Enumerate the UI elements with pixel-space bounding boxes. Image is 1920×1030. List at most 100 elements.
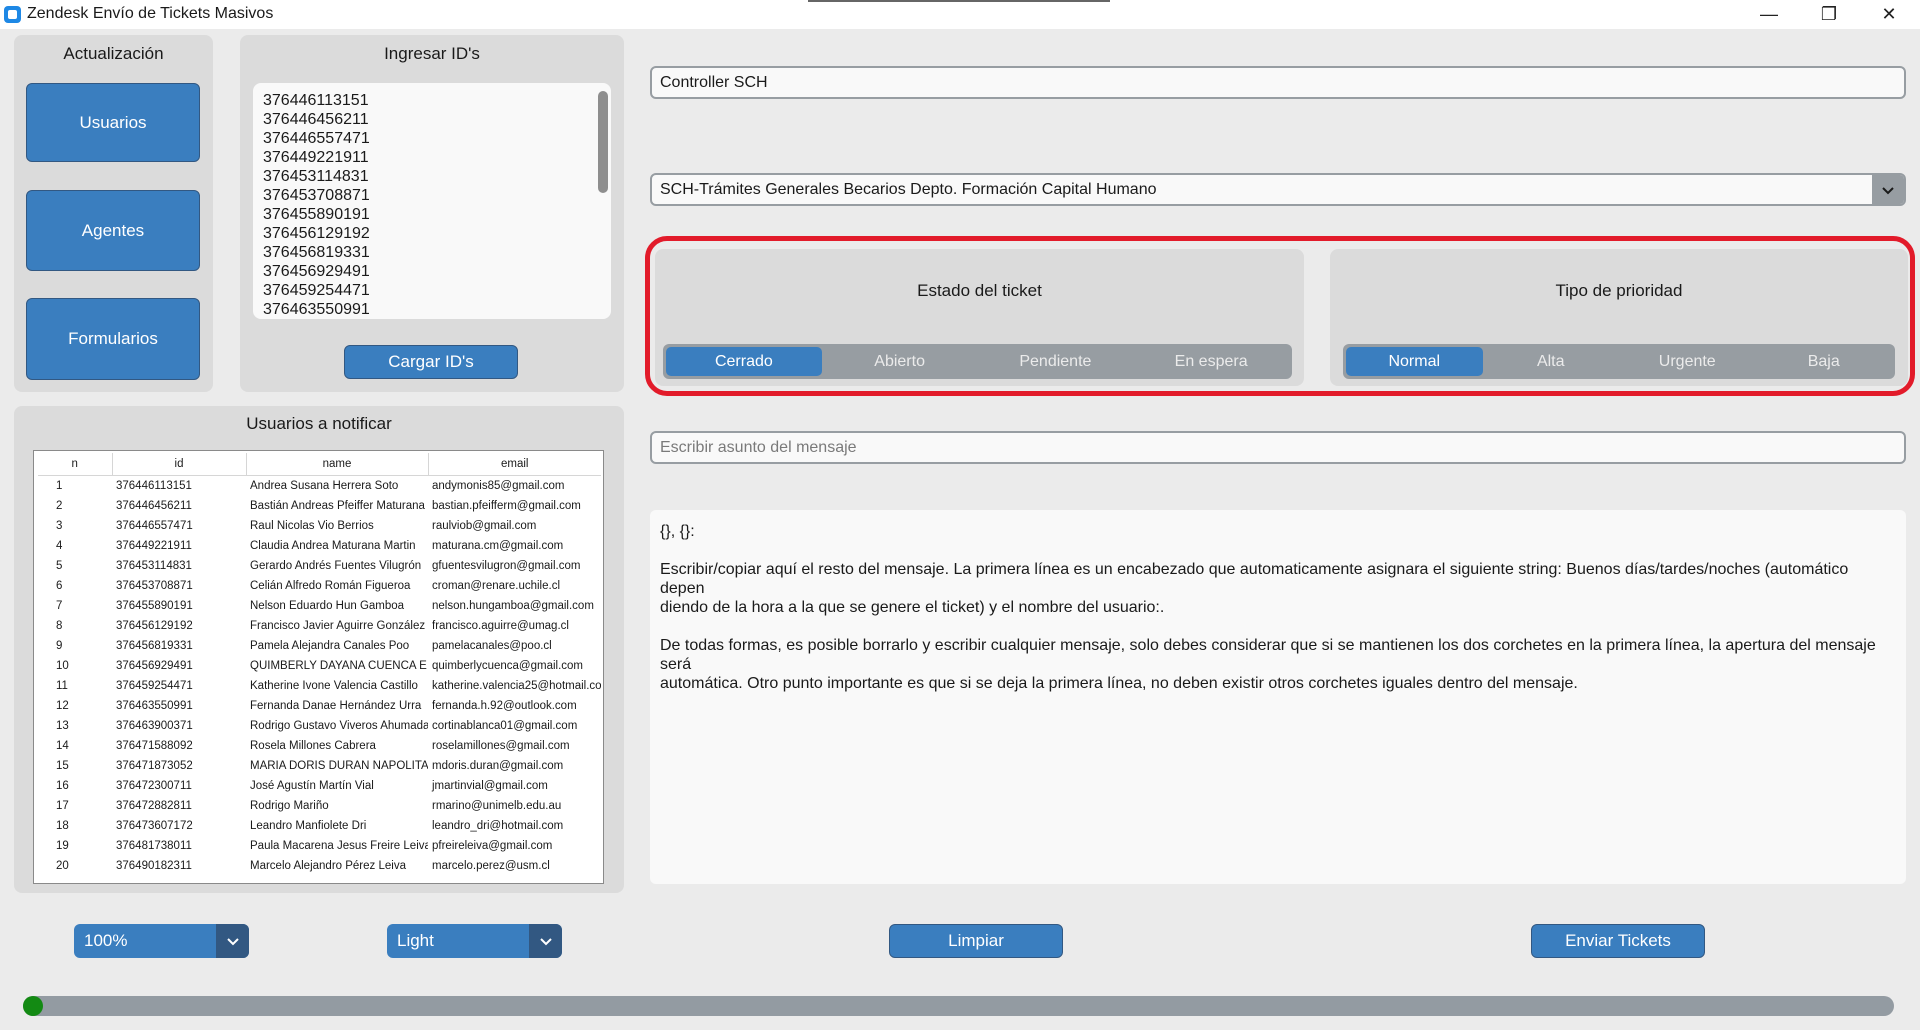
column-header-name[interactable]: name bbox=[246, 453, 429, 476]
table-row[interactable]: 13 376463900371 Rodrigo Gustavo Viveros Ah… bbox=[38, 716, 601, 736]
table-row[interactable]: 3 376446557471 Raul Nicolas Vio Berrios rau… bbox=[38, 516, 601, 536]
cell-n: 4 bbox=[56, 540, 63, 552]
load-ids-button[interactable]: Cargar ID's bbox=[344, 345, 518, 379]
cell-n: 16 bbox=[56, 780, 69, 792]
cell-id: 376453114831 bbox=[116, 560, 192, 572]
cell-n: 18 bbox=[56, 820, 69, 832]
chevron-down-icon[interactable] bbox=[529, 924, 562, 958]
cell-id: 376455890191 bbox=[116, 600, 193, 612]
id-line: 376456929491 bbox=[263, 263, 370, 280]
minimize-icon[interactable]: — bbox=[1746, 0, 1792, 29]
cell-id: 376449221911 bbox=[116, 540, 192, 552]
cell-id: 376463550991 bbox=[116, 700, 193, 712]
update-panel-title: Actualización bbox=[63, 44, 164, 63]
chevron-down-icon[interactable] bbox=[216, 924, 249, 958]
table-row[interactable]: 12 376463550991 Fernanda Danae Hernández U… bbox=[38, 696, 601, 716]
restore-icon[interactable]: ❐ bbox=[1806, 0, 1852, 29]
cell-id: 376471873052 bbox=[116, 760, 193, 772]
cell-name: QUIMBERLY DAYANA CUENCA E bbox=[250, 660, 427, 672]
subject-placeholder: Escribir asunto del mensaje bbox=[660, 438, 857, 456]
column-header-email[interactable]: email bbox=[428, 453, 601, 476]
table-row[interactable]: 11 376459254471 Katherine Ivone Valencia C… bbox=[38, 676, 601, 696]
message-textbox[interactable]: {}, {}: Escribir/copiar aquí el resto de… bbox=[650, 510, 1906, 884]
clear-button[interactable]: Limpiar bbox=[889, 924, 1063, 958]
table-row[interactable]: 19 376481738011 Paula Macarena Jesus Freir… bbox=[38, 836, 601, 856]
send-tickets-button[interactable]: Enviar Tickets bbox=[1531, 924, 1705, 958]
cell-id: 376472300711 bbox=[116, 780, 192, 792]
zoom-menu[interactable]: 100% bbox=[74, 924, 249, 958]
cell-n: 13 bbox=[56, 720, 69, 732]
ids-scrollbar[interactable] bbox=[598, 91, 608, 193]
table-row[interactable]: 5 376453114831 Gerardo Andrés Fuentes Vilu… bbox=[38, 556, 601, 576]
table-row[interactable]: 8 376456129192 Francisco Javier Aguirre Go… bbox=[38, 616, 601, 636]
cell-id: 376456129192 bbox=[116, 620, 193, 632]
cell-n: 15 bbox=[56, 760, 69, 772]
cell-email: marcelo.perez@usm.cl bbox=[432, 860, 550, 872]
users-table[interactable]: n id name email 1 376446113151 Andrea Susa… bbox=[33, 450, 604, 884]
cell-email: fernanda.h.92@outlook.com bbox=[432, 700, 577, 712]
id-line: 376456129192 bbox=[263, 225, 370, 242]
id-line: 376446456211 bbox=[263, 111, 369, 128]
cell-n: 9 bbox=[56, 640, 63, 652]
cell-id: 376456819331 bbox=[116, 640, 193, 652]
id-line: 376449221911 bbox=[263, 149, 369, 166]
cell-n: 17 bbox=[56, 800, 69, 812]
table-row[interactable]: 9 376456819331 Pamela Alejandra Canales Po… bbox=[38, 636, 601, 656]
forms-button[interactable]: Formularios bbox=[26, 298, 200, 380]
table-row[interactable]: 7 376455890191 Nelson Eduardo Hun Gamboa ne… bbox=[38, 596, 601, 616]
cell-name: Rodrigo Gustavo Viveros Ahumada bbox=[250, 720, 428, 732]
table-row[interactable]: 1 376446113151 Andrea Susana Herrera Soto a… bbox=[38, 476, 601, 497]
cell-name: Rosela Millones Cabrera bbox=[250, 740, 376, 752]
cell-n: 2 bbox=[56, 500, 63, 512]
table-row[interactable]: 18 376473607172 Leandro Manfiolete Dri lean… bbox=[38, 816, 601, 836]
subject-field[interactable]: Escribir asunto del mensaje bbox=[650, 431, 1906, 464]
table-row[interactable]: 4 376449221911 Claudia Andrea Maturana Mar… bbox=[38, 536, 601, 556]
cell-n: 14 bbox=[56, 740, 69, 752]
table-row[interactable]: 16 376472300711 José Agustín Martín Vial jm… bbox=[38, 776, 601, 796]
group-dropdown[interactable]: SCH-Trámites Generales Becarios Depto. F… bbox=[650, 173, 1906, 206]
close-icon[interactable]: ✕ bbox=[1866, 0, 1912, 29]
cell-n: 5 bbox=[56, 560, 63, 572]
table-row[interactable]: 10 376456929491 QUIMBERLY DAYANA CUENCA E q… bbox=[38, 656, 601, 676]
cell-email: bastian.pfeifferm@gmail.com bbox=[432, 500, 581, 512]
cell-id: 376446557471 bbox=[116, 520, 193, 532]
requester-field[interactable]: Controller SCH bbox=[650, 66, 1906, 99]
ids-textbox[interactable]: 376446113151 376446456211 376446557471 3764… bbox=[253, 83, 611, 319]
cell-name: Raul Nicolas Vio Berrios bbox=[250, 520, 374, 532]
cell-email: katherine.valencia25@hotmail.com bbox=[432, 680, 601, 692]
users-panel-title: Usuarios a notificar bbox=[246, 414, 392, 433]
id-line: 376455890191 bbox=[263, 206, 370, 223]
cell-email: nelson.hungamboa@gmail.com bbox=[432, 600, 594, 612]
cell-n: 20 bbox=[56, 860, 69, 872]
window-title: Zendesk Envío de Tickets Masivos bbox=[27, 5, 274, 22]
cell-name: Bastián Andreas Pfeiffer Maturana bbox=[250, 500, 425, 512]
chevron-down-icon[interactable] bbox=[1872, 175, 1904, 204]
cell-email: maturana.cm@gmail.com bbox=[432, 540, 564, 552]
id-line: 376453114831 bbox=[263, 168, 369, 185]
title-bar-strip bbox=[808, 0, 1110, 2]
column-header-n[interactable]: n bbox=[38, 453, 113, 476]
app-icon bbox=[4, 6, 21, 23]
table-row[interactable]: 17 376472882811 Rodrigo Mariño rmarino@unim… bbox=[38, 796, 601, 816]
cell-id: 376453708871 bbox=[116, 580, 193, 592]
cell-email: pfreireleiva@gmail.com bbox=[432, 840, 553, 852]
table-row[interactable]: 14 376471588092 Rosela Millones Cabrera ros… bbox=[38, 736, 601, 756]
id-line: 376459254471 bbox=[263, 282, 370, 299]
table-row[interactable]: 15 376471873052 MARIA DORIS DURAN NAPOLITA… bbox=[38, 756, 601, 776]
table-row[interactable]: 2 376446456211 Bastián Andreas Pfeiffer Ma… bbox=[38, 496, 601, 516]
agents-button[interactable]: Agentes bbox=[26, 190, 200, 271]
cell-id: 376463900371 bbox=[116, 720, 193, 732]
table-row[interactable]: 20 376490182311 Marcelo Alejandro Pérez Le… bbox=[38, 856, 601, 876]
table-row[interactable]: 6 376453708871 Celián Alfredo Román Figuer… bbox=[38, 576, 601, 596]
cell-n: 11 bbox=[56, 680, 68, 692]
column-header-id[interactable]: id bbox=[112, 453, 247, 476]
users-button[interactable]: Usuarios bbox=[26, 83, 200, 162]
cell-n: 12 bbox=[56, 700, 69, 712]
cell-email: gfuentesvilugron@gmail.com bbox=[432, 560, 581, 572]
cell-name: Andrea Susana Herrera Soto bbox=[250, 480, 399, 492]
cell-id: 376481738011 bbox=[116, 840, 192, 852]
cell-email: cortinablanca01@gmail.com bbox=[432, 720, 578, 732]
ids-list: 376446113151 376446456211 376446557471 3764… bbox=[263, 91, 370, 319]
cell-email: roselamillones@gmail.com bbox=[432, 740, 570, 752]
theme-menu[interactable]: Light bbox=[387, 924, 562, 958]
